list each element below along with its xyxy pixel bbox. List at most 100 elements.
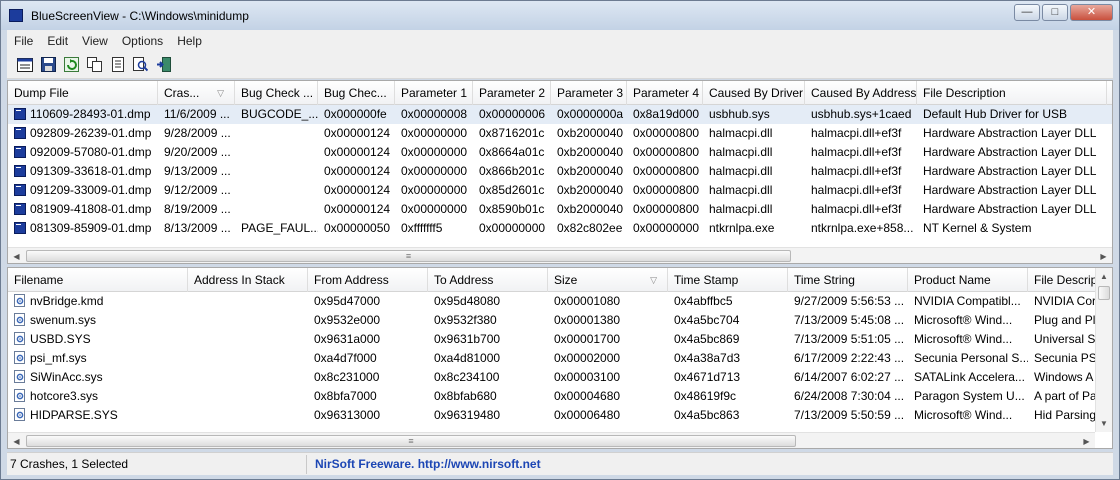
menu-view[interactable]: View [75,34,115,48]
nirsoft-link[interactable]: NirSoft Freeware. http://www.nirsoft.net [307,457,541,471]
column-header-to-address[interactable]: To Address [428,268,548,292]
table-row[interactable]: 081909-41808-01.dmp 8/19/2009 ... 0x000001… [8,200,1112,219]
cell-bug-check [235,143,318,162]
column-header-label: Dump File [14,86,69,100]
crash-list-hscrollbar[interactable]: ◀ ≡ ▶ [8,247,1112,263]
cell-caused-by-driver: halmacpi.dll [703,143,805,162]
refresh-icon[interactable] [61,55,81,75]
cell-text: 0x00000124 [324,164,391,178]
column-header-filename[interactable]: Filename [8,268,188,292]
table-row[interactable]: 091209-33009-01.dmp 9/12/2009 ... 0x000001… [8,181,1112,200]
maximize-button[interactable]: □ [1042,4,1068,21]
cell-time-stamp: 0x4671d713 [668,368,788,387]
minimize-button[interactable]: — [1014,4,1040,21]
cell-filename: SiWinAcc.sys [8,368,188,387]
cell-bug-chec: 0x00000124 [318,200,395,219]
table-row[interactable]: SiWinAcc.sys 0x8c231000 0x8c234100 0x000031… [8,368,1112,387]
save-icon[interactable] [38,55,58,75]
cell-text: NVIDIA Cor [1034,294,1097,308]
cell-text: USBD.SYS [30,332,91,346]
toolbar [7,51,1113,79]
column-header-parameter-1[interactable]: Parameter 1 [395,81,473,105]
report-icon[interactable] [107,55,127,75]
cell-text: HIDPARSE.SYS [30,408,118,422]
column-header-parameter-4[interactable]: Parameter 4 [627,81,703,105]
cell-text: Microsoft® Wind... [914,408,1013,422]
scroll-thumb[interactable] [1098,286,1110,300]
table-row[interactable]: 091309-33618-01.dmp 9/13/2009 ... 0x000001… [8,162,1112,181]
cell-time-stamp: 0x48619f9c [668,387,788,406]
column-header-parameter-2[interactable]: Parameter 2 [473,81,551,105]
column-header-dump-file[interactable]: Dump File [8,81,158,105]
menu-options[interactable]: Options [115,34,170,48]
column-header-time-stamp[interactable]: Time Stamp [668,268,788,292]
table-row[interactable]: HIDPARSE.SYS 0x96313000 0x96319480 0x000064… [8,406,1112,425]
table-row[interactable]: psi_mf.sys 0xa4d7f000 0xa4d81000 0x00002000… [8,349,1112,368]
cell-text: 0x8c231000 [314,370,380,384]
cell-text: halmacpi.dll [709,202,773,216]
cell-filename: USBD.SYS [8,330,188,349]
cell-size: 0x00006480 [548,406,668,425]
scroll-left-arrow[interactable]: ◀ [8,248,25,263]
scroll-right-arrow[interactable]: ▶ [1095,248,1112,263]
cell-file-description: Hardware Abstraction Layer DLL [917,181,1107,200]
column-header-label: Caused By Address [811,86,917,100]
cell-parameter-3: 0x0000000a [551,105,627,124]
scroll-right-arrow[interactable]: ▶ [1078,433,1095,448]
cell-text: 110609-28493-01.dmp [30,107,151,121]
cell-to-address: 0x95d48080 [428,292,548,311]
copy-icon[interactable] [84,55,104,75]
title-bar[interactable]: BlueScreenView - C:\Windows\minidump — □… [1,1,1119,30]
column-header-cras[interactable]: Cras... ▽ [158,81,235,105]
table-row[interactable]: 081309-85909-01.dmp 8/13/2009 ... PAGE_FAU… [8,219,1112,238]
cell-text: 0x00000800 [633,183,700,197]
cell-text: 0x00000000 [401,164,468,178]
scroll-thumb[interactable]: ≡ [26,435,796,447]
scroll-up-arrow[interactable]: ▲ [1096,268,1112,285]
properties-icon[interactable] [15,55,35,75]
cell-text: PAGE_FAUL... [241,221,318,235]
menu-file[interactable]: File [7,34,40,48]
cell-parameter-3: 0x82c802ee [551,219,627,238]
column-header-size[interactable]: Size ▽ [548,268,668,292]
menu-edit[interactable]: Edit [40,34,75,48]
cell-text: 0x00000000 [401,126,468,140]
cell-from-address: 0x9532e000 [308,311,428,330]
table-row[interactable]: 092009-57080-01.dmp 9/20/2009 ... 0x000001… [8,143,1112,162]
column-header-bug-check[interactable]: Bug Check ... [235,81,318,105]
column-header-caused-by-address[interactable]: Caused By Address [805,81,917,105]
table-row[interactable]: nvBridge.kmd 0x95d47000 0x95d48080 0x000010… [8,292,1112,311]
cell-text: usbhub.sys+1caed [811,107,912,121]
dump-file-icon [14,222,26,234]
column-header-file-description[interactable]: File Description [917,81,1107,105]
column-header-address-in-stack[interactable]: Address In Stack [188,268,308,292]
cell-bug-check: BUGCODE_... [235,105,318,124]
table-row[interactable]: 092809-26239-01.dmp 9/28/2009 ... 0x000001… [8,124,1112,143]
cell-text: 0x96319480 [434,408,501,422]
column-header-from-address[interactable]: From Address [308,268,428,292]
table-row[interactable]: 110609-28493-01.dmp 11/6/2009 ... BUGCODE_… [8,105,1112,124]
table-row[interactable]: swenum.sys 0x9532e000 0x9532f380 0x00001380… [8,311,1112,330]
column-header-bug-chec[interactable]: Bug Chec... [318,81,395,105]
menu-help[interactable]: Help [170,34,209,48]
driver-list-hscrollbar[interactable]: ◀ ≡ ▶ [8,432,1095,448]
cell-parameter-3: 0xb2000040 [551,200,627,219]
exit-icon[interactable] [153,55,173,75]
find-icon[interactable] [130,55,150,75]
cell-caused-by-address: halmacpi.dll+ef3f [805,162,917,181]
scroll-thumb[interactable]: ≡ [26,250,791,262]
close-button[interactable]: ✕ [1070,4,1113,21]
column-header-product-name[interactable]: Product Name [908,268,1028,292]
table-row[interactable]: hotcore3.sys 0x8bfa7000 0x8bfab680 0x000046… [8,387,1112,406]
cell-text: 9/13/2009 ... [164,164,231,178]
cell-caused-by-driver: usbhub.sys [703,105,805,124]
cell-text: Microsoft® Wind... [914,313,1013,327]
column-header-parameter-3[interactable]: Parameter 3 [551,81,627,105]
cell-parameter-3: 0xb2000040 [551,162,627,181]
column-header-caused-by-driver[interactable]: Caused By Driver [703,81,805,105]
scroll-down-arrow[interactable]: ▼ [1096,415,1112,432]
driver-list-vscrollbar[interactable]: ▲ ▼ [1095,268,1112,432]
scroll-left-arrow[interactable]: ◀ [8,433,25,448]
column-header-time-string[interactable]: Time String [788,268,908,292]
table-row[interactable]: USBD.SYS 0x9631a000 0x9631b700 0x00001700 0x… [8,330,1112,349]
